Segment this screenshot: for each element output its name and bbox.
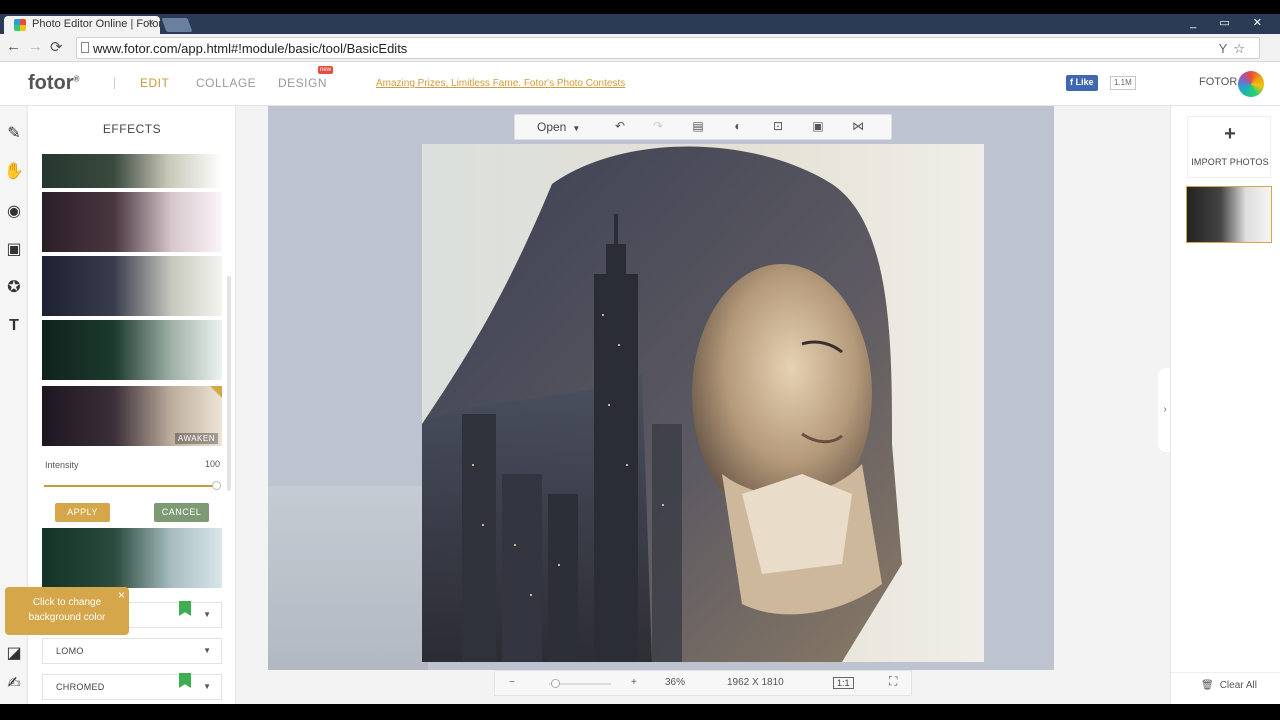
tooltip-text: Click to change background color: [28, 597, 106, 623]
intensity-label: Intensity: [45, 460, 79, 470]
zoom-percent: 36%: [665, 677, 686, 688]
nav-design[interactable]: DESIGN: [278, 76, 327, 90]
zoom-slider[interactable]: [549, 679, 611, 688]
redo-icon[interactable]: ↷: [649, 119, 667, 135]
canvas-toolbar: Open ▼ ↶ ↷ ▤ ◐ ⊡ ▣ ⋈: [514, 114, 892, 140]
address-bar[interactable]: www.fotor.com/app.html#!module/basic/too…: [76, 37, 1260, 59]
back-arrow-icon[interactable]: ←: [6, 38, 21, 55]
intensity-slider-knob[interactable]: [212, 481, 221, 490]
zoom-in-button[interactable]: +: [631, 677, 637, 688]
bookmark-icon: [179, 673, 191, 688]
frame-icon[interactable]: ▣: [4, 240, 24, 260]
account-avatar[interactable]: [1238, 71, 1264, 97]
effect-thumbnail[interactable]: [42, 256, 222, 316]
chevron-down-icon: ▼: [203, 682, 211, 691]
undo-icon[interactable]: ↶: [611, 119, 629, 135]
browser-tab-bar: Photo Editor Online | Fotor × _ ▭ ✕: [0, 14, 1280, 34]
tab-title: Photo Editor Online | Fotor: [32, 18, 160, 30]
image-dimensions: 1962 X 1810: [727, 677, 784, 688]
promo-link[interactable]: Amazing Prizes, Limitless Fame. Fotor's …: [376, 78, 625, 89]
zoom-slider-knob[interactable]: [551, 679, 561, 688]
imported-photo-thumbnail[interactable]: [1186, 186, 1272, 243]
histogram-icon[interactable]: ▤: [689, 119, 707, 135]
panel-title: EFFECTS: [102, 122, 162, 136]
fotor-favicon-icon: [14, 19, 26, 31]
compare-icon[interactable]: ◐: [729, 119, 747, 135]
intensity-slider[interactable]: [44, 481, 221, 490]
effect-thumbnail[interactable]: [42, 192, 222, 252]
new-tab-button[interactable]: [161, 18, 193, 32]
import-photos-button[interactable]: + IMPORT PHOTOS: [1187, 116, 1271, 178]
fotor-logo[interactable]: fotor®: [28, 72, 79, 95]
background-city-image: [268, 486, 428, 670]
effect-name-label: AWAKEN: [174, 433, 218, 444]
share-icon[interactable]: ⋈: [849, 119, 867, 135]
panel-scrollbar[interactable]: [227, 276, 231, 491]
category-lomo[interactable]: LOMO ▼: [42, 638, 222, 664]
new-badge: new: [318, 66, 334, 74]
zoom-out-button[interactable]: −: [509, 677, 515, 688]
zoom-bar: − + 36% 1962 X 1810 1:1 ⛶: [494, 670, 912, 696]
effect-thumbnail[interactable]: [42, 320, 222, 380]
editor-main: ✎ ✋ ◉ ▣ ✪ T ◪ ✍ EFFECTS AWAKEN Intensity…: [0, 106, 1280, 704]
fit-screen-icon[interactable]: ⊡: [769, 119, 787, 135]
header-divider: [114, 77, 115, 89]
page-icon: [81, 42, 89, 53]
eye-icon[interactable]: ◉: [4, 202, 24, 222]
tab-close-icon[interactable]: ×: [148, 17, 154, 29]
bookmark-icon: [179, 601, 191, 616]
address-bar-icons[interactable]: Y☆: [1219, 41, 1251, 57]
edit-note-icon[interactable]: ✍: [4, 674, 24, 694]
import-photos-label: IMPORT PHOTOS: [1191, 157, 1269, 167]
account-label[interactable]: FOTOR: [1199, 76, 1237, 88]
browser-tab[interactable]: Photo Editor Online | Fotor ×: [4, 16, 160, 34]
url-text: www.fotor.com/app.html#!module/basic/too…: [93, 41, 408, 56]
category-label: CHROMED: [56, 682, 105, 692]
category-label: LOMO: [56, 646, 84, 656]
pencil-icon[interactable]: ✎: [4, 124, 24, 144]
chevron-down-icon: ▼: [203, 610, 211, 619]
intensity-value: 100: [204, 459, 220, 469]
apply-button[interactable]: APPLY: [55, 503, 110, 522]
save-icon[interactable]: ▣: [809, 119, 827, 135]
sticker-star-icon[interactable]: ✪: [4, 278, 24, 298]
app-header: fotor® EDIT COLLAGE DESIGN new Amazing P…: [0, 62, 1280, 106]
text-icon[interactable]: T: [4, 316, 24, 336]
effect-thumbnail[interactable]: [42, 154, 222, 188]
photo-artwork: [422, 144, 984, 662]
intensity-slider-fill: [44, 485, 216, 487]
category-chromed[interactable]: CHROMED ▼: [42, 673, 222, 700]
edited-photo[interactable]: [422, 144, 984, 662]
right-panel: + IMPORT PHOTOS 🗑 Clear All: [1170, 106, 1280, 704]
actual-size-button[interactable]: 1:1: [833, 677, 854, 689]
clear-all-button[interactable]: 🗑 Clear All: [1201, 680, 1257, 691]
fullscreen-icon[interactable]: ⛶: [889, 674, 897, 689]
chevron-down-icon: ▼: [203, 646, 211, 655]
effect-thumbnail-selected[interactable]: AWAKEN: [42, 386, 222, 446]
effect-thumbnail[interactable]: [42, 528, 222, 588]
background-color-tooltip: Click to change background color ×: [5, 587, 129, 635]
nav-collage[interactable]: COLLAGE: [196, 76, 256, 90]
trash-icon: 🗑: [1201, 680, 1214, 691]
divider: [1171, 672, 1280, 673]
tooltip-close-icon[interactable]: ×: [118, 588, 125, 603]
forward-arrow-icon[interactable]: →: [28, 38, 43, 55]
nav-edit[interactable]: EDIT: [140, 76, 169, 90]
window-controls[interactable]: _ ▭ ✕: [1190, 16, 1272, 29]
plus-icon: +: [1224, 123, 1236, 145]
open-dropdown[interactable]: Open ▼: [537, 120, 580, 134]
facebook-like-count: 1.1M: [1110, 76, 1136, 90]
cancel-button[interactable]: CANCEL: [154, 503, 209, 522]
facebook-like-button[interactable]: f Like: [1066, 75, 1098, 91]
reload-icon[interactable]: ⟳: [50, 38, 63, 56]
selected-corner-marker: [210, 386, 222, 398]
browser-nav-bar: ← → ⟳ www.fotor.com/app.html#!module/bas…: [0, 34, 1280, 62]
effects-hand-icon[interactable]: ✋: [4, 162, 24, 182]
background-color-icon[interactable]: ◪: [4, 644, 24, 664]
